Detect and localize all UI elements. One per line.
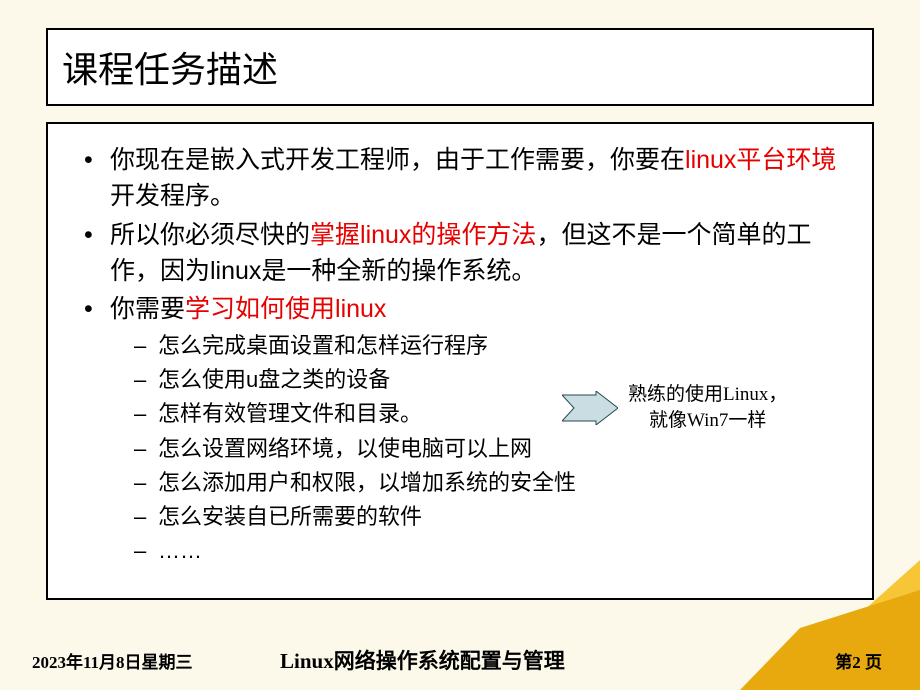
bullet-item-2: 所以你必须尽快的掌握linux的操作方法，但这不是一个简单的工作，因为linux… [72,217,848,290]
sub-text: 怎么添加用户和权限，以增加系统的安全性 [158,470,576,495]
sub-text: 怎么设置网络环境，以使电脑可以上网 [158,436,532,461]
slide-title-box: 课程任务描述 [46,28,874,106]
sub-text: …… [158,538,202,563]
sub-item: 怎么安装自已所需要的软件 [72,500,848,534]
slide-footer: 2023年11月8日星期三 Linux网络操作系统配置与管理 第2 页 [0,640,920,680]
callout-text: 熟练的使用Linux， 就像Win7一样 [628,382,787,433]
text-part: 你现在是嵌入式开发工程师，由于工作需要，你要在 [110,146,685,174]
text-part: 所以你必须尽快的 [110,221,310,249]
sub-item: 怎么完成桌面设置和怎样运行程序 [72,329,848,363]
bullet-item-3: 你需要学习如何使用linux [72,291,848,327]
callout-line: 就像Win7一样 [628,408,787,434]
footer-title: Linux网络操作系统配置与管理 [280,645,565,675]
highlight-text: linux平台环境 [685,146,836,174]
highlight-text: 掌握linux的操作方法 [310,221,536,249]
footer-date: 2023年11月8日星期三 [32,648,193,673]
bullet-item-1: 你现在是嵌入式开发工程师，由于工作需要，你要在linux平台环境开发程序。 [72,142,848,215]
arrow-right-icon [562,391,618,425]
sub-text: 怎么完成桌面设置和怎样运行程序 [158,333,488,358]
callout-line: 熟练的使用Linux， [628,382,787,408]
sub-item: …… [72,534,848,568]
sub-item: 怎么设置网络环境，以使电脑可以上网 [72,432,848,466]
callout: 熟练的使用Linux， 就像Win7一样 [562,382,852,433]
slide-content-box: 你现在是嵌入式开发工程师，由于工作需要，你要在linux平台环境开发程序。 所以… [46,122,874,600]
footer-page-number: 第2 页 [835,648,882,673]
text-part: 开发程序。 [110,182,235,210]
slide-title: 课程任务描述 [62,41,278,93]
sub-text: 怎么使用u盘之类的设备 [158,367,390,392]
sub-text: 怎么安装自已所需要的软件 [158,504,422,529]
text-part: 你需要 [110,295,185,323]
sub-text: 怎样有效管理文件和目录。 [158,401,422,426]
highlight-text: 学习如何使用linux [185,295,386,323]
sub-item: 怎么添加用户和权限，以增加系统的安全性 [72,466,848,500]
